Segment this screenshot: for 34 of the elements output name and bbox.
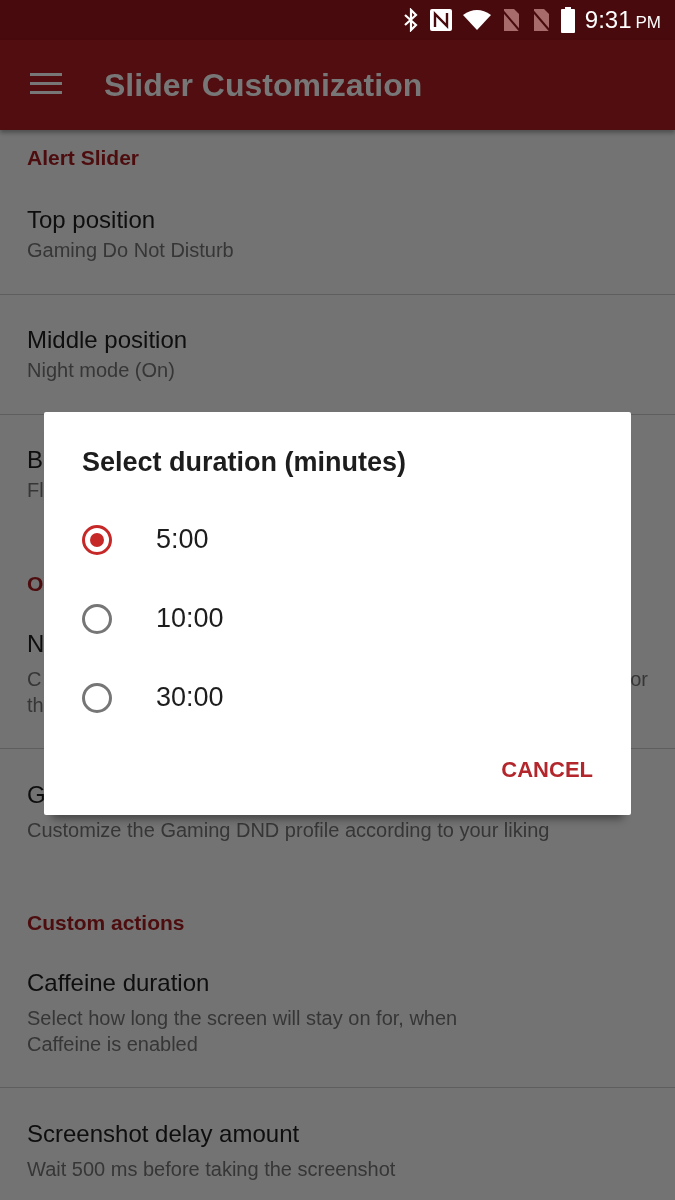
screen-title: Slider Customization xyxy=(104,66,423,104)
setting-summary: Customize the Gaming DND profile according to your liking xyxy=(27,818,550,843)
setting-title[interactable]: Top position xyxy=(27,203,156,237)
setting-summary: Caffeine is enabled xyxy=(27,1032,198,1057)
option-label[interactable]: 30:00 xyxy=(156,682,224,713)
setting-summary: or xyxy=(630,667,648,692)
option-label[interactable]: 5:00 xyxy=(156,524,209,555)
battery-icon xyxy=(560,7,575,33)
status-time: 9:31 PM xyxy=(584,6,661,34)
section-header: Custom actions xyxy=(27,910,185,936)
nfc-icon xyxy=(428,8,453,32)
setting-summary: Select how long the screen will stay on for, when xyxy=(27,1006,458,1031)
setting-summary: th xyxy=(27,693,44,718)
setting-title[interactable]: Middle position xyxy=(27,323,188,357)
setting-title[interactable]: Caffeine duration xyxy=(27,965,210,1001)
radio-button[interactable] xyxy=(82,682,112,713)
setting-summary: Night mode (On) xyxy=(27,358,175,383)
radio-button[interactable] xyxy=(82,603,112,634)
bluetooth-icon xyxy=(402,8,419,32)
setting-summary: C xyxy=(27,667,42,692)
setting-title[interactable]: G xyxy=(27,777,46,813)
setting-title[interactable]: B xyxy=(27,443,43,477)
setting-summary: Fl xyxy=(27,478,44,503)
setting-title[interactable]: N xyxy=(27,626,45,662)
setting-summary: Wait 500 ms before taking the screenshot xyxy=(27,1157,396,1182)
section-header: O xyxy=(27,571,44,597)
wifi-icon xyxy=(462,9,491,31)
dialog-title: Select duration (minutes) xyxy=(82,446,408,479)
setting-title[interactable]: Screenshot delay amount xyxy=(27,1116,300,1152)
cancel-button[interactable]: CANCEL xyxy=(501,749,593,791)
setting-summary: Gaming Do Not Disturb xyxy=(27,238,234,263)
section-header: Alert Slider xyxy=(27,145,140,171)
option-label[interactable]: 10:00 xyxy=(156,603,224,634)
radio-button[interactable] xyxy=(82,524,112,555)
